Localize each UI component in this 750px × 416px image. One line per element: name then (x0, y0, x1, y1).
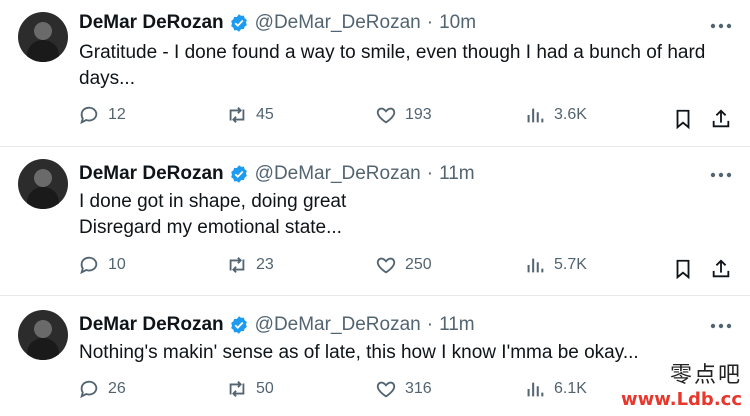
tweet-text: Nothing's makin' sense as of late, this … (79, 340, 730, 366)
verified-badge-icon (229, 315, 249, 335)
like-count: 316 (405, 380, 432, 397)
tweet-header: DeMar DeRozan @DeMar_DeRozan · 11m (79, 314, 475, 336)
separator-dot: · (426, 12, 434, 33)
share-button[interactable] (710, 258, 732, 280)
views-button[interactable]: 3.6K (524, 104, 587, 126)
tweet-text-line: days... (79, 68, 135, 89)
retweet-icon (229, 381, 245, 397)
timestamp[interactable]: 10m (439, 12, 476, 34)
share-button[interactable] (710, 108, 732, 130)
tweet-header: DeMar DeRozan @DeMar_DeRozan · 11m (79, 163, 475, 185)
share-icon (712, 259, 730, 278)
avatar[interactable] (18, 12, 68, 62)
tweet[interactable]: DeMar DeRozan @DeMar_DeRozan · 11m Nothi… (0, 296, 750, 416)
views-chart-icon (527, 382, 544, 397)
author-name[interactable]: DeMar DeRozan (79, 314, 224, 336)
retweet-button[interactable]: 45 (226, 104, 274, 126)
views-chart-icon (527, 258, 544, 273)
reply-button[interactable]: 10 (78, 254, 126, 276)
bookmark-icon (676, 259, 690, 280)
tweet-actions: 12 45 193 3.6K (0, 104, 750, 134)
like-button[interactable]: 250 (375, 254, 432, 276)
tweet-text: I done got in shape, doing great Disrega… (79, 189, 730, 241)
retweet-icon (229, 257, 245, 273)
reply-count: 12 (108, 106, 126, 123)
reply-button[interactable]: 12 (78, 104, 126, 126)
timestamp[interactable]: 11m (439, 163, 475, 185)
like-button[interactable]: 193 (375, 104, 432, 126)
views-count: 5.7K (554, 256, 587, 273)
retweet-icon (229, 107, 245, 123)
bookmark-button[interactable] (672, 108, 694, 130)
tweet-text-line: Nothing's makin' sense as of late, this … (79, 342, 639, 363)
views-count: 3.6K (554, 106, 587, 123)
author-name[interactable]: DeMar DeRozan (79, 12, 224, 34)
more-horizontal-icon[interactable] (710, 165, 732, 185)
author-handle[interactable]: @DeMar_DeRozan (255, 163, 421, 185)
like-count: 250 (405, 256, 432, 273)
separator-dot: · (426, 163, 434, 184)
verified-badge-icon (229, 164, 249, 184)
heart-icon (376, 257, 396, 274)
like-button[interactable]: 316 (375, 378, 432, 400)
reply-count: 10 (108, 256, 126, 273)
reply-icon (80, 380, 98, 399)
tweet-header: DeMar DeRozan @DeMar_DeRozan · 10m (79, 12, 476, 34)
author-handle[interactable]: @DeMar_DeRozan (255, 314, 421, 336)
reply-icon (80, 106, 98, 125)
bookmark-icon (676, 109, 690, 130)
share-icon (712, 109, 730, 128)
tweet[interactable]: DeMar DeRozan @DeMar_DeRozan · 11m I don… (0, 147, 750, 296)
tweet-text: Gratitude - I done found a way to smile,… (79, 40, 730, 92)
tweet-actions: 26 50 316 6.1K (0, 378, 750, 408)
bookmark-button[interactable] (672, 258, 694, 280)
more-horizontal-icon[interactable] (710, 16, 732, 36)
retweet-count: 23 (256, 256, 274, 273)
retweet-button[interactable]: 50 (226, 378, 274, 400)
tweet-text-line: Gratitude - I done found a way to smile,… (79, 42, 706, 63)
tweet[interactable]: DeMar DeRozan @DeMar_DeRozan · 10m Grati… (0, 0, 750, 147)
tweet-text-line: Disregard my emotional state... (79, 217, 342, 238)
views-count: 6.1K (554, 380, 587, 397)
like-count: 193 (405, 106, 432, 123)
tweet-actions: 10 23 250 5.7K (0, 254, 750, 284)
verified-badge-icon (229, 13, 249, 33)
reply-icon (80, 256, 98, 275)
avatar[interactable] (18, 159, 68, 209)
views-button[interactable]: 6.1K (524, 378, 587, 400)
reply-button[interactable]: 26 (78, 378, 126, 400)
more-horizontal-icon[interactable] (710, 316, 732, 336)
views-chart-icon (527, 108, 544, 123)
separator-dot: · (426, 314, 434, 335)
retweet-button[interactable]: 23 (226, 254, 274, 276)
retweet-count: 45 (256, 106, 274, 123)
author-handle[interactable]: @DeMar_DeRozan (255, 12, 421, 34)
avatar[interactable] (18, 310, 68, 360)
heart-icon (376, 107, 396, 124)
views-button[interactable]: 5.7K (524, 254, 587, 276)
author-name[interactable]: DeMar DeRozan (79, 163, 224, 185)
reply-count: 26 (108, 380, 126, 397)
timestamp[interactable]: 11m (439, 314, 475, 336)
retweet-count: 50 (256, 380, 274, 397)
tweet-text-line: I done got in shape, doing great (79, 191, 347, 212)
heart-icon (376, 381, 396, 398)
